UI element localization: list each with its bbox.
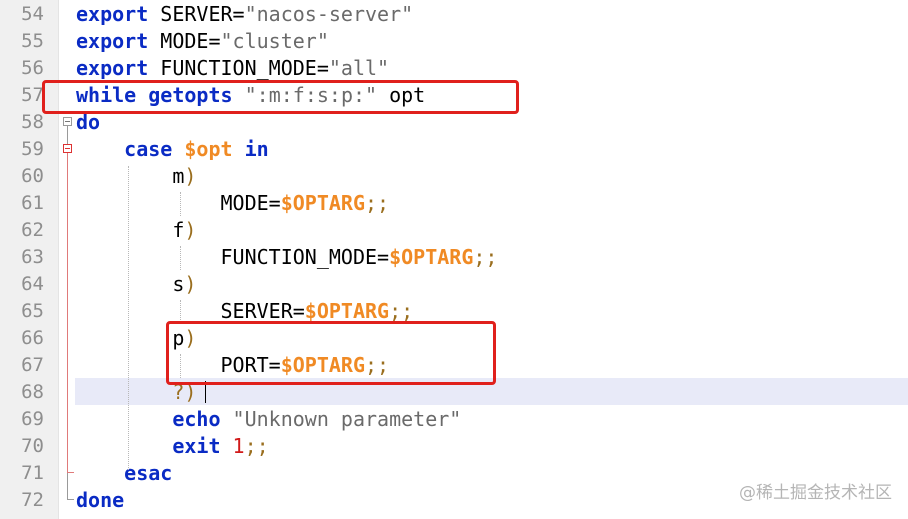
code-text[interactable]: esac (76, 460, 172, 487)
code-line[interactable]: 70 exit 1;; (0, 433, 908, 460)
code-text[interactable]: export SERVER="nacos-server" (76, 1, 413, 28)
code-token-var: $opt (184, 137, 233, 161)
code-text[interactable]: f) (76, 217, 196, 244)
line-number: 57 (21, 84, 44, 106)
code-token-num: 1 (232, 434, 245, 458)
fold-end-icon (67, 466, 74, 473)
line-number: 61 (21, 192, 44, 214)
line-number: 66 (21, 327, 44, 349)
code-text[interactable]: FUNCTION_MODE=$OPTARG;; (76, 244, 497, 271)
code-text[interactable]: exit 1;; (76, 433, 269, 460)
code-token-plain: FUNCTION_MODE= (148, 56, 329, 80)
code-token-kw: export (76, 2, 149, 26)
line-number: 70 (21, 435, 44, 457)
code-token-kw: export (76, 29, 149, 53)
code-text[interactable]: s) (76, 271, 196, 298)
line-number: 72 (21, 489, 44, 511)
code-token-kw: esac (124, 461, 173, 485)
code-line[interactable]: 61 MODE=$OPTARG;; (0, 190, 908, 217)
code-token-var: $OPTARG (304, 299, 390, 323)
indent-guide (128, 166, 129, 470)
line-number: 54 (21, 3, 44, 25)
line-number: 62 (21, 219, 44, 241)
code-text[interactable]: m) (76, 163, 196, 190)
code-token-plain: MODE= (148, 29, 221, 53)
code-token-str: "all" (328, 56, 390, 80)
code-line[interactable]: 56 export FUNCTION_MODE="all" (0, 55, 908, 82)
code-editor[interactable]: 54 export SERVER="nacos-server" 55 export M… (0, 0, 908, 519)
code-token-kw: export (76, 56, 149, 80)
line-number: 67 (21, 354, 44, 376)
line-number: 56 (21, 57, 44, 79)
code-line[interactable]: 55 export MODE="cluster" (0, 28, 908, 55)
line-number: 69 (21, 408, 44, 430)
line-number: 63 (21, 246, 44, 268)
code-line[interactable]: 64 s) (0, 271, 908, 298)
code-text[interactable]: export FUNCTION_MODE="all" (76, 55, 389, 82)
code-token-op: ;; (244, 434, 269, 458)
fold-marker-icon[interactable] (63, 144, 72, 153)
code-token-kw: echo (172, 407, 221, 431)
code-token-plain: SERVER= (76, 299, 305, 323)
code-text[interactable]: echo "Unknown parameter" (76, 406, 461, 433)
code-text[interactable]: case $opt in (76, 136, 269, 163)
line-number: 60 (21, 165, 44, 187)
line-number: 65 (21, 300, 44, 322)
code-token-str: "cluster" (220, 29, 329, 53)
line-number: 64 (21, 273, 44, 295)
code-token-kw: in (244, 137, 269, 161)
fold-marker-icon[interactable] (63, 117, 72, 126)
watermark: @稀土掘金技术社区 (739, 483, 892, 503)
code-line[interactable]: 59 case $opt in (0, 136, 908, 163)
code-token-str: "nacos-server" (244, 2, 414, 26)
code-token-var: $OPTARG (280, 191, 365, 215)
code-line[interactable]: 60 m) (0, 163, 908, 190)
code-line[interactable]: 54 export SERVER="nacos-server" (0, 1, 908, 28)
code-line[interactable]: 63 FUNCTION_MODE=$OPTARG;; (0, 244, 908, 271)
line-number: 68 (21, 381, 44, 403)
line-number: 59 (21, 138, 44, 160)
code-token-op: ) (184, 272, 197, 296)
code-token-plain: FUNCTION_MODE= (76, 245, 390, 269)
fold-end-icon (67, 493, 74, 500)
line-number: 71 (21, 462, 44, 484)
code-token-plain: SERVER= (148, 2, 245, 26)
code-token-plain: m (76, 164, 185, 188)
code-text[interactable]: done (76, 487, 124, 514)
fold-line (67, 153, 68, 471)
highlight-box-port-case (166, 321, 496, 385)
line-number: 55 (21, 30, 44, 52)
code-token-op: ) (184, 218, 197, 242)
code-token-kw: exit (172, 434, 221, 458)
indent-guide (180, 192, 181, 216)
code-token-op: ;; (473, 245, 498, 269)
code-token-kw: case (124, 137, 173, 161)
code-token-plain: f (76, 218, 185, 242)
code-token-op: ;; (389, 299, 414, 323)
code-token-op: ) (184, 164, 197, 188)
code-token-plain: MODE= (76, 191, 281, 215)
code-line[interactable]: 69 echo "Unknown parameter" (0, 406, 908, 433)
code-token-var: $OPTARG (389, 245, 474, 269)
code-token-plain: s (76, 272, 185, 296)
code-token-kw: done (76, 488, 125, 512)
code-token-str: "Unknown parameter" (232, 407, 462, 431)
code-text[interactable]: MODE=$OPTARG;; (76, 190, 389, 217)
indent-guide (180, 246, 181, 270)
code-token-op: ;; (365, 191, 390, 215)
highlight-box-getopts (42, 80, 519, 114)
line-number: 58 (21, 111, 44, 133)
code-text[interactable]: export MODE="cluster" (76, 28, 329, 55)
code-line[interactable]: 62 f) (0, 217, 908, 244)
